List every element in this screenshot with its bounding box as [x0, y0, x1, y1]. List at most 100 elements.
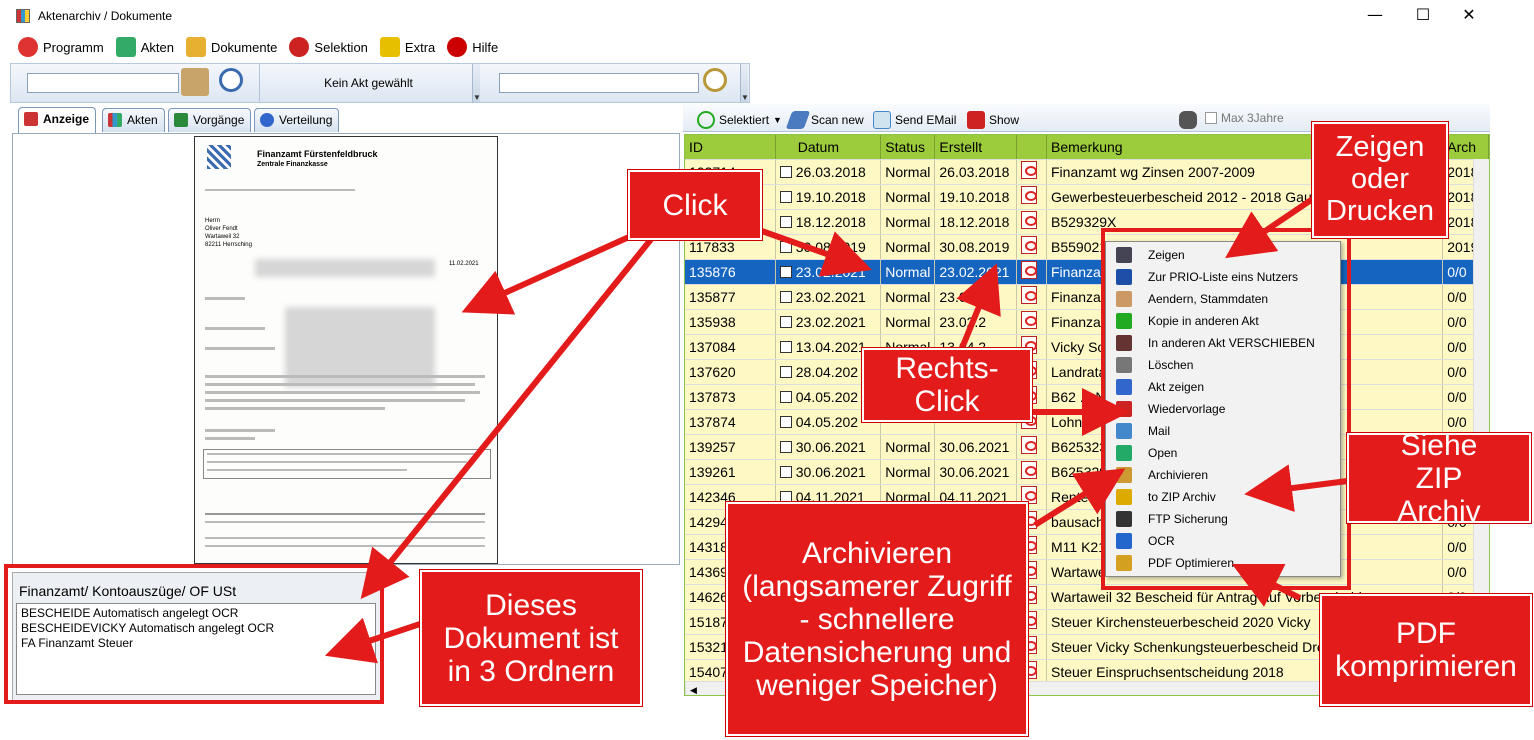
cell-type[interactable] [1016, 209, 1047, 235]
cell-id[interactable]: 139261 [685, 459, 776, 485]
row-checkbox[interactable] [779, 490, 792, 503]
cell-datum[interactable]: 18.12.2018 [775, 209, 882, 235]
cell-type[interactable] [1016, 309, 1047, 335]
cell-erstellt[interactable]: 23.02.2 [934, 284, 1018, 310]
tab-akten[interactable]: Akten [102, 108, 165, 132]
cell-erstellt[interactable]: 26.03.2018 [934, 159, 1018, 185]
cell-id[interactable]: 137873 [685, 384, 776, 410]
menu-akten[interactable]: Akten [110, 33, 180, 61]
tab-vorgaenge[interactable]: Vorgänge [168, 108, 252, 132]
table-row[interactable]: 137874 04.05.202 Lohnsteue 0/0 [685, 409, 1489, 435]
cell-datum[interactable]: 30.06.2021 [775, 459, 882, 485]
cell-type[interactable] [1016, 159, 1047, 185]
cell-id[interactable]: 137084 [685, 334, 776, 360]
cell-status[interactable]: Normal [880, 259, 936, 285]
cell-type[interactable] [1016, 434, 1047, 460]
search-icon[interactable] [219, 68, 243, 92]
tab-verteilung[interactable]: Verteilung [254, 108, 340, 132]
cell-erstellt[interactable]: 23.02.2 [934, 309, 1018, 335]
cell-datum[interactable]: 30.08.2019 [775, 234, 882, 260]
table-row[interactable]: 135938 23.02.2021 Normal 23.02.2 Finanzamt 0/… [685, 309, 1489, 335]
menu-dokumente[interactable]: Dokumente [180, 33, 283, 61]
col-header-type[interactable] [1016, 135, 1047, 160]
cell-erstellt[interactable]: 18.12.2018 [934, 209, 1018, 235]
cell-datum[interactable]: 23.02.2021 [775, 259, 882, 285]
cell-erstellt[interactable]: 19.10.2018 [934, 184, 1018, 210]
col-header-datum[interactable]: Datum [775, 135, 882, 160]
search-edit-icon[interactable] [703, 68, 727, 92]
cell-id[interactable]: 135876 [685, 259, 776, 285]
cell-type[interactable] [1016, 234, 1047, 260]
max3-checkbox[interactable]: Max 3Jahre [1205, 111, 1284, 125]
row-checkbox[interactable] [779, 215, 792, 228]
cell-id[interactable]: 139257 [685, 434, 776, 460]
row-checkbox[interactable] [779, 165, 792, 178]
row-checkbox[interactable] [779, 415, 792, 428]
close-button[interactable]: ✕ [1446, 0, 1492, 32]
row-checkbox[interactable] [779, 315, 792, 328]
cell-erstellt[interactable]: 30.06.2021 [934, 459, 1018, 485]
send-email-button[interactable]: Send EMail [873, 111, 956, 129]
table-row[interactable]: 137620 28.04.202 Landratant 0/0 [685, 359, 1489, 385]
binoculars-button[interactable] [1179, 111, 1201, 129]
row-checkbox[interactable] [779, 290, 792, 303]
cell-status[interactable]: Normal [880, 434, 936, 460]
row-checkbox[interactable] [779, 190, 792, 203]
minimize-button[interactable]: — [1352, 0, 1398, 32]
cell-status[interactable]: Normal [880, 309, 936, 335]
search-input-2[interactable] [499, 73, 699, 93]
row-checkbox[interactable] [779, 265, 792, 278]
cell-id[interactable]: 135938 [685, 309, 776, 335]
search-map-icon[interactable] [181, 68, 209, 96]
table-row[interactable]: 137084 13.04.2021 Normal 13.04.2 Vicky Soza 0… [685, 334, 1489, 360]
menu-programm[interactable]: Programm [12, 33, 110, 61]
cell-erstellt[interactable]: 23.02.2021 [934, 259, 1018, 285]
cell-erstellt[interactable]: 30.08.2019 [934, 234, 1018, 260]
table-row[interactable]: 137873 04.05.202 B62 ... NBERG 0/0 [685, 384, 1489, 410]
col-header-id[interactable]: ID [685, 135, 776, 160]
cell-erstellt[interactable]: 30.06.2021 [934, 434, 1018, 460]
toolbar-grip-icon[interactable]: ▼ [740, 64, 749, 102]
cell-type[interactable] [1016, 284, 1047, 310]
toolbar-grip-icon[interactable]: ▼ [472, 64, 481, 102]
cell-id[interactable]: 135877 [685, 284, 776, 310]
tab-anzeige[interactable]: Anzeige [18, 107, 97, 133]
document-preview[interactable]: Finanzamt Fürstenfeldbruck Zentrale Fina… [194, 136, 498, 564]
scan-button[interactable]: Scan new [785, 111, 864, 129]
cell-datum[interactable]: 30.06.2021 [775, 434, 882, 460]
cell-status[interactable]: Normal [880, 209, 936, 235]
cell-datum[interactable]: 26.03.2018 [775, 159, 882, 185]
show-button[interactable]: Show [967, 111, 1019, 129]
cell-id[interactable]: 137620 [685, 359, 776, 385]
pdf-icon [1021, 236, 1038, 254]
row-checkbox[interactable] [779, 240, 792, 253]
cell-datum[interactable]: 23.02.2021 [775, 284, 882, 310]
cell-type[interactable] [1016, 259, 1047, 285]
table-row[interactable]: 135876 23.02.2021 Normal 23.02.2021 Finanzam… [685, 259, 1489, 285]
search-input-1[interactable] [27, 73, 179, 93]
cell-status[interactable]: Normal [880, 459, 936, 485]
menu-selektion[interactable]: Selektion [283, 33, 373, 61]
cell-status[interactable]: Normal [880, 234, 936, 260]
maximize-button[interactable]: ☐ [1400, 0, 1446, 32]
cell-datum[interactable]: 23.02.2021 [775, 309, 882, 335]
menu-extra[interactable]: Extra [374, 33, 441, 61]
menu-hilfe[interactable]: Hilfe [441, 33, 504, 61]
row-checkbox[interactable] [779, 340, 792, 353]
cell-status[interactable]: Normal [880, 159, 936, 185]
cell-type[interactable] [1016, 184, 1047, 210]
row-checkbox[interactable] [779, 390, 792, 403]
row-checkbox[interactable] [779, 365, 792, 378]
cell-status[interactable]: Normal [880, 184, 936, 210]
row-checkbox[interactable] [779, 465, 792, 478]
cell-id[interactable]: 137874 [685, 409, 776, 435]
cell-status[interactable]: Normal [880, 284, 936, 310]
col-header-status[interactable]: Status [880, 135, 936, 160]
cell-type[interactable] [1016, 459, 1047, 485]
cell-datum[interactable]: 19.10.2018 [775, 184, 882, 210]
col-header-erstellt[interactable]: Erstellt [934, 135, 1018, 160]
row-checkbox[interactable] [779, 440, 792, 453]
table-row[interactable]: 135877 23.02.2021 Normal 23.02.2 Finanzamt/0… [685, 284, 1489, 310]
col-header-arch[interactable]: Arch [1442, 135, 1489, 160]
selected-dropdown[interactable]: Selektiert ▼ [697, 111, 782, 129]
